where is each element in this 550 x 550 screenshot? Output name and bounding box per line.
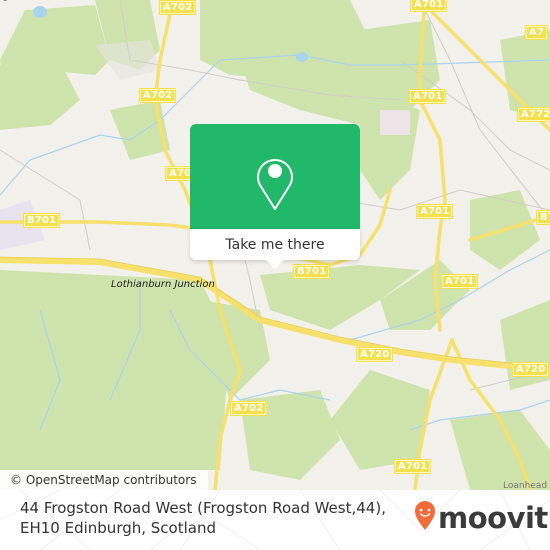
road-label-a701: A701 <box>410 0 448 12</box>
road-label-a772: A772 <box>517 107 550 122</box>
popup-header[interactable] <box>190 124 360 229</box>
road-label-a701: A701 <box>441 274 479 289</box>
popup-pointer <box>266 260 284 269</box>
road-label-b7: B7 <box>536 210 550 225</box>
moovit-wordmark: moovit <box>438 501 548 535</box>
address-line-2: EH10 Edinburgh, Scotland <box>20 519 216 537</box>
location-popup: Take me there <box>190 124 360 269</box>
road-label-a702: A702 <box>159 0 197 15</box>
moovit-logo[interactable]: moovit <box>414 501 548 535</box>
road-label-b701: B701 <box>23 213 61 228</box>
road-label-a720: A720 <box>356 347 394 362</box>
map-view[interactable]: A702 A702 A702 A702 A701 A7 A701 A772 A7… <box>0 0 550 490</box>
road-label-a702: A702 <box>139 88 177 103</box>
footer: 44 Frogston Road West (Frogston Road Wes… <box>0 490 550 550</box>
road-label-a701: A701 <box>409 89 447 104</box>
address-line-1: 44 Frogston Road West (Frogston Road Wes… <box>20 499 386 517</box>
road-label-a701: A701 <box>394 459 432 474</box>
moovit-smiley-pin-icon <box>414 501 436 535</box>
address-text: 44 Frogston Road West (Frogston Road Wes… <box>20 498 386 538</box>
map-attribution[interactable]: © OpenStreetMap contributors <box>0 470 209 490</box>
place-label-lothianburn-junction: Lothianburn Junction <box>111 279 215 290</box>
place-label-loanhead: Loanhead <box>503 481 548 490</box>
road-label-a720: A720 <box>512 362 550 377</box>
road-label-b701: B701 <box>293 264 331 279</box>
attribution-text: © OpenStreetMap contributors <box>10 473 197 487</box>
road-label-a702: A702 <box>230 401 268 416</box>
pond <box>296 52 308 62</box>
road-label-a7: A7 <box>525 25 549 40</box>
road-label-a701: A701 <box>416 204 454 219</box>
take-me-there-button[interactable]: Take me there <box>190 229 360 260</box>
map-pin-icon <box>254 151 296 217</box>
reservoir <box>33 6 47 18</box>
